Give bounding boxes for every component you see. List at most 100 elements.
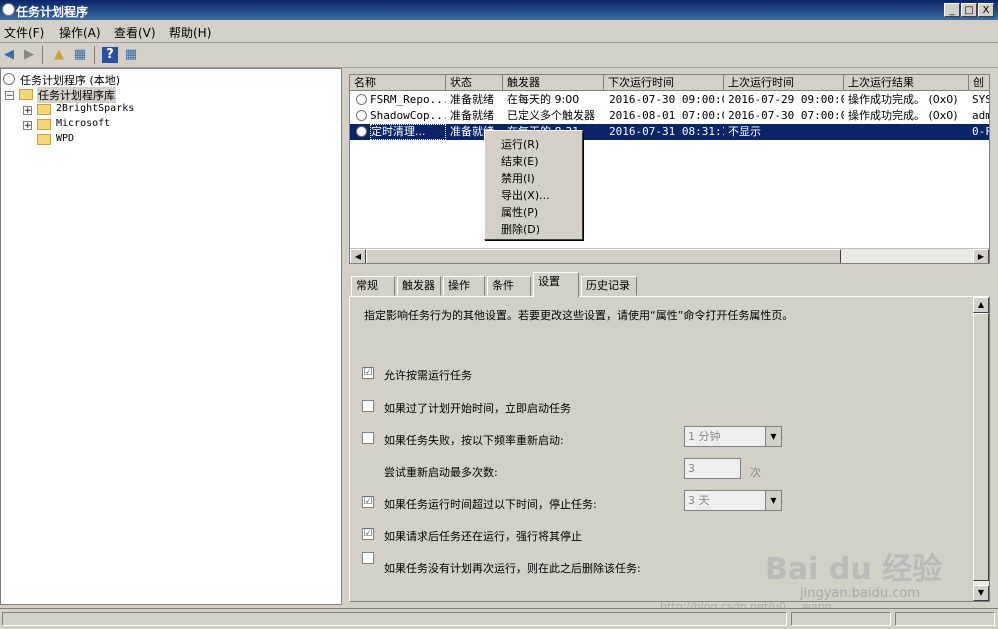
table-row-selected[interactable]: 定时清理... 准备就绪 在每天的 8:31 2016-07-31 08:31:… — [350, 124, 990, 140]
restart-interval-select[interactable]: 1 分钟 ▼ — [684, 426, 782, 447]
toolbar-separator-2 — [94, 46, 95, 64]
task-next-run: 2016-08-01 07:00:00 — [609, 109, 724, 122]
tree-expand-2brightsparks[interactable]: + — [23, 106, 32, 116]
force-stop-label: 如果请求后任务还在运行，强行将其停止 — [384, 530, 582, 543]
stop-duration-value: 3 天 — [688, 494, 710, 507]
task-clock-icon — [356, 126, 367, 137]
menu-properties[interactable]: 属性(P) — [501, 204, 538, 220]
task-last-run: 2016-07-30 07:00:00 — [728, 109, 844, 122]
vertical-scrollbar[interactable]: ▲ ▼ — [973, 297, 989, 601]
back-icon[interactable]: ◀ — [1, 47, 17, 63]
task-last-run: 2016-07-29 09:00:00 — [728, 93, 844, 106]
stop-duration-select[interactable]: 3 天 ▼ — [684, 490, 782, 511]
task-author: 0-F — [972, 125, 990, 138]
task-list: 名称 状态 触发器 下次运行时间 上次运行时间 上次运行结果 创 FSRM_Re… — [349, 74, 990, 264]
tree-expand-microsoft[interactable]: + — [23, 121, 32, 131]
tab-general[interactable]: 常规 — [351, 276, 395, 296]
column-header-trigger[interactable]: 触发器 — [503, 75, 604, 91]
column-header-name[interactable]: 名称 — [350, 75, 446, 91]
menu-run[interactable]: 运行(R) — [501, 136, 539, 152]
start-if-missed-checkbox[interactable] — [362, 400, 374, 412]
maximize-button[interactable]: □ — [961, 3, 977, 17]
scroll-thumb[interactable] — [366, 249, 841, 263]
tree-item-microsoft[interactable]: Microsoft — [56, 118, 110, 129]
task-trigger: 在每天的 9:00 — [507, 93, 580, 106]
tab-settings[interactable]: 设置 — [533, 272, 579, 298]
scroll-down-button[interactable]: ▼ — [973, 585, 989, 601]
menu-file[interactable]: 文件(F) — [4, 24, 44, 41]
window-title: 任务计划程序 — [16, 5, 89, 19]
forward-icon[interactable]: ▶ — [21, 47, 37, 63]
scroll-up-button[interactable]: ▲ — [973, 297, 989, 313]
tab-triggers[interactable]: 触发器 — [397, 276, 441, 296]
horizontal-scrollbar[interactable]: ◀ ▶ — [350, 248, 989, 263]
delete-if-not-scheduled-label: 如果任务没有计划再次运行，则在此之后删除该任务: — [384, 562, 641, 575]
navigation-tree: 任务计划程序 (本地) − 任务计划程序库 + 2BrightSparks + … — [0, 68, 342, 605]
menu-view[interactable]: 查看(V) — [114, 24, 156, 41]
close-button[interactable]: X — [978, 3, 994, 17]
menu-action[interactable]: 操作(A) — [59, 24, 101, 41]
tab-history[interactable]: 历史记录 — [581, 276, 637, 296]
allow-on-demand-checkbox[interactable]: ☑ — [362, 367, 374, 379]
watermark-brand: Bai du 经验 — [765, 552, 943, 587]
folder-icon — [37, 134, 51, 145]
menu-delete[interactable]: 删除(D) — [501, 221, 540, 237]
table-row[interactable]: ShadowCop... 准备就绪 已定义多个触发器 2016-08-01 07… — [350, 108, 989, 124]
task-clock-icon — [356, 110, 367, 121]
library-collapse-toggle[interactable]: − — [5, 91, 14, 101]
task-last-run: 不显示 — [728, 125, 761, 138]
stop-if-runs-longer-checkbox[interactable]: ☑ — [362, 496, 374, 508]
restart-on-fail-label: 如果任务失败，按以下频率重新启动: — [384, 434, 564, 447]
restart-interval-value: 1 分钟 — [688, 430, 721, 443]
allow-on-demand-label: 允许按需运行任务 — [384, 369, 472, 382]
task-next-run: 2016-07-31 08:31:14 — [609, 125, 724, 138]
stop-if-runs-longer-label: 如果任务运行时间超过以下时间，停止任务: — [384, 498, 597, 511]
task-last-result — [848, 124, 969, 140]
tree-item-2brightsparks[interactable]: 2BrightSparks — [56, 103, 134, 114]
up-folder-icon[interactable]: ▲ — [51, 47, 67, 63]
tree-root-label: 任务计划程序 (本地) — [20, 74, 121, 87]
tab-actions[interactable]: 操作 — [443, 276, 485, 296]
folder-icon — [37, 104, 51, 115]
tab-conditions[interactable]: 条件 — [487, 276, 531, 296]
tree-library[interactable]: 任务计划程序库 — [37, 87, 116, 103]
task-name: 定时清理... — [370, 124, 446, 140]
watermark-site: jingyan.baidu.com — [800, 586, 920, 601]
column-header-last-run[interactable]: 上次运行时间 — [724, 75, 844, 91]
menu-disable[interactable]: 禁用(I) — [501, 170, 535, 186]
properties-icon[interactable]: ▦ — [123, 47, 139, 63]
force-stop-checkbox[interactable]: ☑ — [362, 528, 374, 540]
menu-export[interactable]: 导出(X)... — [501, 187, 550, 203]
minimize-button[interactable]: _ — [944, 3, 960, 17]
toolbar: ◀ ▶ ▲ ▦ ? ▦ — [0, 43, 998, 68]
chevron-down-icon[interactable]: ▼ — [765, 491, 781, 510]
title-bar: 任务计划程序 _ □ X — [0, 0, 998, 20]
column-header-last-result[interactable]: 上次运行结果 — [844, 75, 969, 91]
clock-icon — [3, 73, 15, 85]
table-row[interactable]: FSRM_Repo... 准备就绪 在每天的 9:00 2016-07-30 0… — [350, 92, 990, 108]
task-clock-icon — [356, 94, 367, 105]
retry-attempts-input[interactable]: 3 — [684, 458, 741, 479]
show-hide-tree-icon[interactable]: ▦ — [72, 47, 88, 63]
column-header-next-run[interactable]: 下次运行时间 — [604, 75, 724, 91]
status-pane — [2, 612, 787, 626]
column-header-author[interactable]: 创 — [969, 75, 989, 91]
tab-strip: 常规 触发器 操作 条件 设置 历史记录 — [349, 272, 990, 298]
menu-end[interactable]: 结束(E) — [501, 153, 539, 169]
tree-item-wpd[interactable]: WPD — [56, 133, 74, 144]
retry-attempts-unit: 次 — [750, 466, 761, 479]
start-if-missed-label: 如果过了计划开始时间，立即启动任务 — [384, 402, 571, 415]
menu-help[interactable]: 帮助(H) — [169, 24, 211, 41]
status-pane — [895, 612, 995, 626]
scroll-right-button[interactable]: ▶ — [973, 249, 989, 263]
restart-on-fail-checkbox[interactable] — [362, 432, 374, 444]
task-last-result: 操作成功完成。 (0x0) — [848, 93, 958, 106]
chevron-down-icon[interactable]: ▼ — [765, 427, 781, 446]
task-author: SYS — [972, 93, 990, 106]
column-header-status[interactable]: 状态 — [446, 75, 503, 91]
delete-if-not-scheduled-checkbox[interactable] — [362, 552, 374, 564]
scroll-left-button[interactable]: ◀ — [350, 249, 366, 263]
help-icon[interactable]: ? — [102, 47, 118, 63]
folder-icon — [37, 119, 51, 130]
scroll-thumb[interactable] — [973, 313, 989, 581]
